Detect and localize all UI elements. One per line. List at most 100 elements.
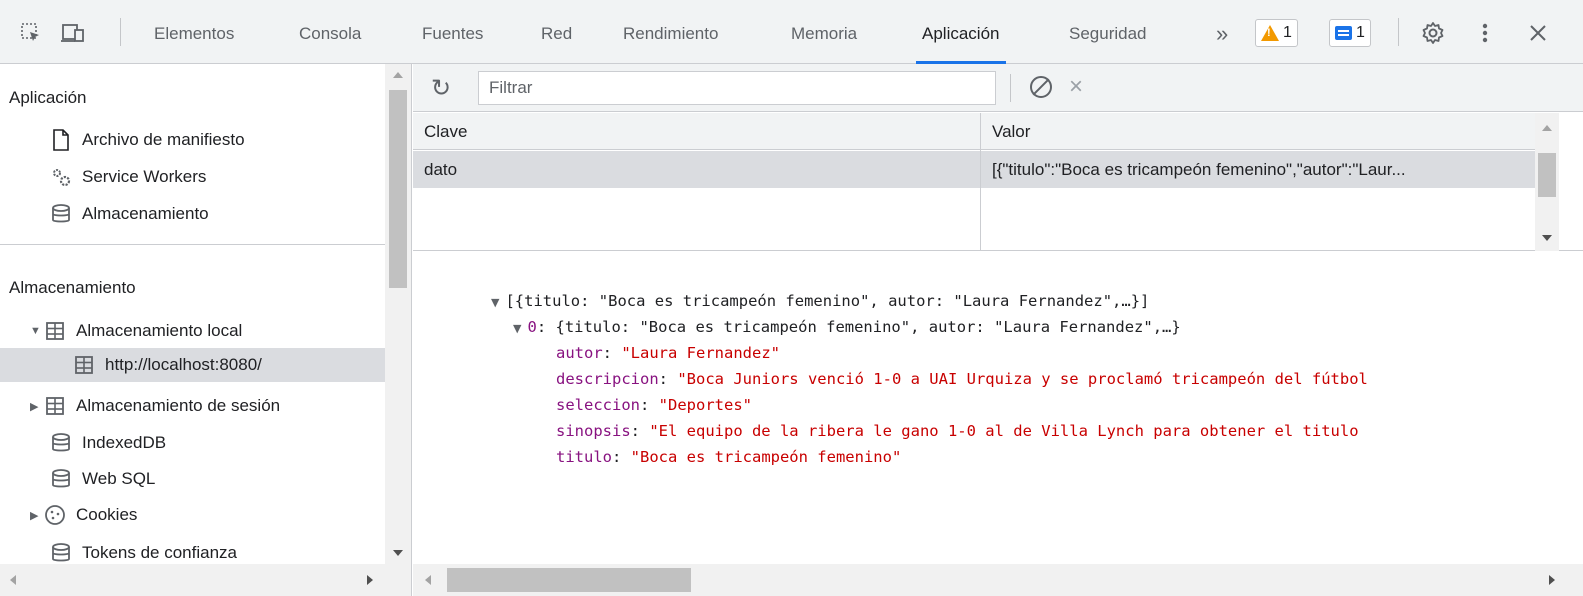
prop-value: "Boca Juniors venció 1-0 a UAI Urquiza y… [677, 370, 1368, 388]
table-icon [44, 395, 66, 417]
section-title-aplicacion: Aplicación [9, 88, 87, 107]
column-divider [980, 113, 981, 251]
more-tabs-icon[interactable]: » [1216, 0, 1228, 64]
document-icon [50, 129, 72, 151]
preview-prop: descripcion: "Boca Juniors venció 1-0 a … [556, 370, 1368, 388]
sidebar-horizontal-scrollbar[interactable] [0, 564, 385, 596]
scroll-left-icon[interactable] [425, 575, 431, 585]
scrollbar-thumb[interactable] [389, 90, 407, 288]
scrollbar-thumb[interactable] [447, 568, 691, 592]
sidebar-item-label: Web SQL [82, 469, 156, 488]
sidebar-item-localhost[interactable]: http://localhost:8080/ [0, 348, 385, 382]
value-preview: ▼ [{titulo: "Boca es tricampeón femenino"… [413, 252, 1583, 564]
tab-rendimiento[interactable]: Rendimiento [623, 0, 718, 64]
scroll-right-icon[interactable] [1549, 575, 1555, 585]
expand-arrow-icon[interactable]: ▼ [30, 325, 44, 337]
database-icon [50, 468, 72, 490]
sidebar-item-almacenamiento[interactable]: Almacenamiento [50, 197, 209, 231]
sidebar-item-label: Service Workers [82, 167, 207, 186]
local-storage-panel: ↻ × Clave Valor dato [{"titulo":"Boca es… [413, 64, 1583, 596]
sidebar-item-almacenamiento-local[interactable]: ▼ Almacenamiento local [30, 314, 242, 348]
delete-selected-icon[interactable]: × [1069, 73, 1083, 101]
sidebar-item-label: http://localhost:8080/ [105, 355, 262, 374]
sidebar-divider [0, 244, 385, 245]
warning-icon [1261, 25, 1279, 41]
scroll-right-icon[interactable] [367, 575, 373, 585]
storage-data-grid: Clave Valor dato [{"titulo":"Boca es tri… [413, 113, 1583, 251]
tab-elementos[interactable]: Elementos [154, 0, 234, 64]
database-icon [50, 432, 72, 454]
preview-prop: titulo: "Boca es tricampeón femenino" [556, 448, 902, 466]
section-title-almacenamiento: Almacenamiento [9, 278, 136, 297]
tab-red[interactable]: Red [541, 0, 572, 64]
sidebar-item-label: Almacenamiento [82, 204, 209, 223]
cookie-icon [44, 504, 66, 526]
scroll-up-icon[interactable] [393, 72, 403, 78]
sidebar-item-manifiesto[interactable]: Archivo de manifiesto [50, 123, 245, 157]
sidebar-vertical-scrollbar[interactable] [385, 64, 411, 564]
inspect-element-icon[interactable] [18, 20, 44, 46]
table-row[interactable]: dato [{"titulo":"Boca es tricampeón feme… [413, 151, 1535, 188]
sidebar-item-label: Archivo de manifiesto [82, 130, 245, 149]
tab-aplicacion[interactable]: Aplicación [916, 0, 1005, 64]
scroll-down-icon[interactable] [1542, 235, 1552, 241]
refresh-icon[interactable]: ↻ [431, 74, 451, 103]
expand-arrow-icon[interactable]: ▶ [30, 400, 44, 413]
sidebar-item-label: Almacenamiento local [76, 321, 243, 340]
table-icon [73, 354, 95, 376]
storage-toolbar: ↻ × [413, 64, 1583, 112]
grid-header: Clave Valor [413, 113, 1535, 150]
sidebar-item-service-workers[interactable]: Service Workers [50, 160, 206, 194]
scroll-left-icon[interactable] [10, 575, 16, 585]
expand-arrow-icon[interactable]: ▶ [30, 509, 44, 522]
database-icon [50, 542, 72, 564]
sidebar-item-indexeddb[interactable]: IndexedDB [50, 426, 166, 460]
grid-vertical-scrollbar[interactable] [1535, 113, 1559, 251]
row-value[interactable]: [{"titulo":"Boca es tricampeón femenino"… [981, 151, 1535, 188]
table-icon [44, 320, 66, 342]
scroll-up-icon[interactable] [1542, 125, 1552, 131]
column-header-clave[interactable]: Clave [413, 113, 980, 150]
kebab-menu-icon[interactable] [1472, 20, 1498, 46]
table-row-empty[interactable] [413, 188, 1535, 225]
toolbar-divider [120, 18, 121, 46]
tab-seguridad[interactable]: Seguridad [1069, 0, 1147, 64]
warnings-badge[interactable]: 1 [1255, 19, 1298, 47]
clear-all-icon[interactable] [1030, 76, 1052, 98]
application-sidebar: Aplicación Archivo de manifiesto Service… [0, 64, 412, 596]
messages-count: 1 [1356, 24, 1365, 41]
preview-prop: seleccion: "Deportes" [556, 396, 752, 414]
prop-value: "Boca es tricampeón femenino" [630, 448, 902, 466]
sidebar-item-label: Tokens de confianza [82, 543, 237, 562]
filter-input[interactable] [478, 71, 996, 105]
row-key[interactable]: dato [413, 151, 980, 188]
sidebar-item-label: Almacenamiento de sesión [76, 396, 281, 415]
preview-horizontal-scrollbar[interactable] [413, 564, 1583, 596]
warnings-count: 1 [1283, 24, 1292, 41]
sidebar-item-cookies[interactable]: ▶ Cookies [30, 498, 137, 532]
devtools-toolbar: Elementos Consola Fuentes Red Rendimient… [0, 0, 1583, 64]
preview-prop: autor: "Laura Fernandez" [556, 344, 780, 362]
tab-consola[interactable]: Consola [299, 0, 361, 64]
prop-key: titulo [556, 448, 612, 466]
tab-fuentes[interactable]: Fuentes [422, 0, 483, 64]
preview-prop: sinopsis: "El equipo de la ribera le gan… [556, 422, 1359, 440]
scrollbar-corner [385, 564, 411, 596]
sidebar-item-almacenamiento-sesion[interactable]: ▶ Almacenamiento de sesión [30, 389, 280, 423]
toolbar-divider [1010, 74, 1011, 102]
scroll-down-icon[interactable] [393, 550, 403, 556]
database-icon [50, 203, 72, 225]
scrollbar-thumb[interactable] [1538, 153, 1556, 197]
gears-icon [50, 166, 72, 188]
preview-item-0[interactable]: ▼ 0: {titulo: "Boca es tricampeón femenin… [457, 288, 1181, 336]
close-icon[interactable] [1525, 20, 1551, 46]
tab-memoria[interactable]: Memoria [791, 0, 857, 64]
preview-root[interactable]: ▼ [{titulo: "Boca es tricampeón femenino"… [435, 262, 1149, 310]
settings-gear-icon[interactable] [1420, 20, 1446, 46]
messages-badge[interactable]: 1 [1329, 19, 1371, 47]
column-header-valor[interactable]: Valor [981, 113, 1535, 150]
device-toolbar-icon[interactable] [60, 20, 86, 46]
sidebar-item-label: IndexedDB [82, 433, 167, 452]
sidebar-item-web-sql[interactable]: Web SQL [50, 462, 155, 496]
toolbar-divider [1398, 18, 1399, 46]
